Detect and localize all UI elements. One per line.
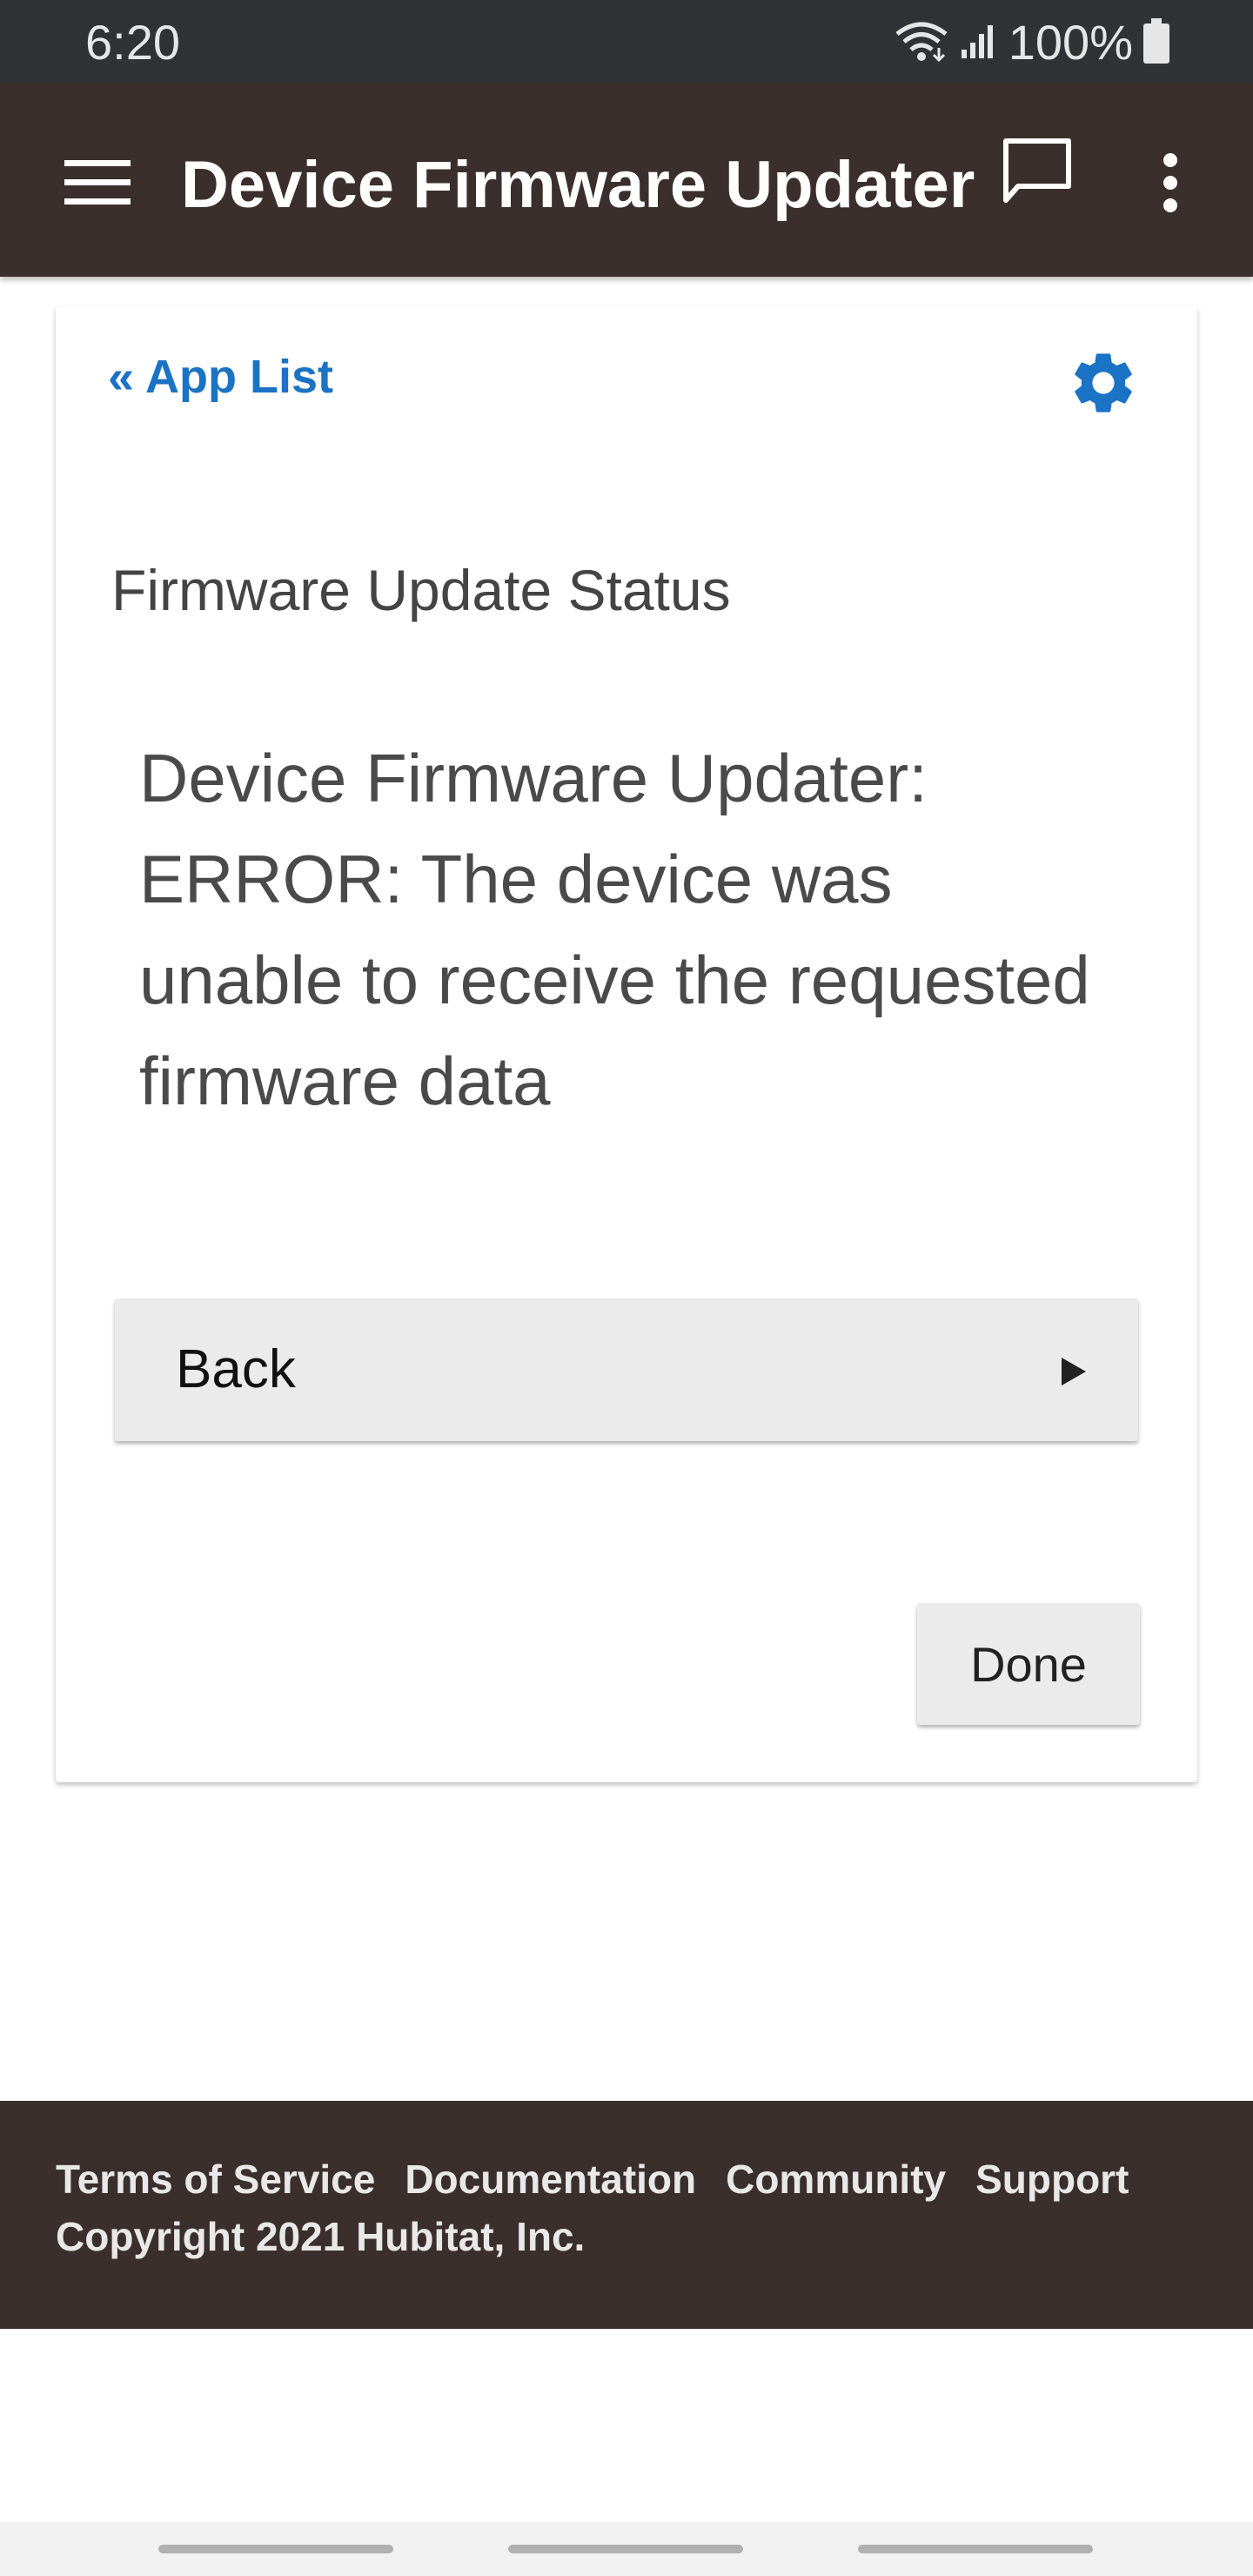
play-arrow-icon <box>1062 1358 1086 1385</box>
app-bar: Device Firmware Updater <box>0 84 1253 277</box>
back-label: Back <box>176 1339 296 1399</box>
page-title: Device Firmware Updater <box>181 148 975 222</box>
more-vert-icon[interactable] <box>1157 151 1183 218</box>
footer-link-support[interactable]: Support <box>975 2155 1129 2204</box>
nav-recents-handle[interactable] <box>158 2545 393 2553</box>
nav-home-handle[interactable] <box>508 2545 743 2553</box>
status-icons: 100% <box>894 12 1169 73</box>
footer-links: Terms of Service Documentation Community… <box>56 2155 1129 2204</box>
battery-icon <box>1143 17 1169 68</box>
footer-link-community[interactable]: Community <box>726 2155 946 2204</box>
system-nav-bar <box>0 2522 1253 2576</box>
gear-icon[interactable] <box>1067 346 1140 424</box>
app-list-link[interactable]: « App List <box>108 346 333 407</box>
battery-percent: 100% <box>1008 15 1133 70</box>
section-title: Firmware Update Status <box>111 558 731 622</box>
footer-link-terms[interactable]: Terms of Service <box>56 2155 375 2204</box>
done-button[interactable]: Done <box>917 1603 1140 1725</box>
main-card: « App List Firmware Update Status Device… <box>56 306 1197 1782</box>
chat-icon[interactable] <box>1001 136 1074 213</box>
status-time: 6:20 <box>85 15 180 70</box>
footer-link-documentation[interactable]: Documentation <box>405 2155 696 2204</box>
status-message: Device Firmware Updater: ERROR: The devi… <box>139 740 1090 1119</box>
signal-icon <box>960 22 998 64</box>
back-button[interactable]: Back <box>115 1298 1138 1441</box>
footer: Terms of Service Documentation Community… <box>0 2101 1253 2329</box>
copyright-text: Copyright 2021 Hubitat, Inc. <box>56 2214 586 2259</box>
nav-back-handle[interactable] <box>858 2545 1093 2553</box>
wifi-icon <box>894 18 949 68</box>
menu-icon[interactable] <box>64 158 131 211</box>
status-bar: 6:20 100% <box>0 0 1253 84</box>
